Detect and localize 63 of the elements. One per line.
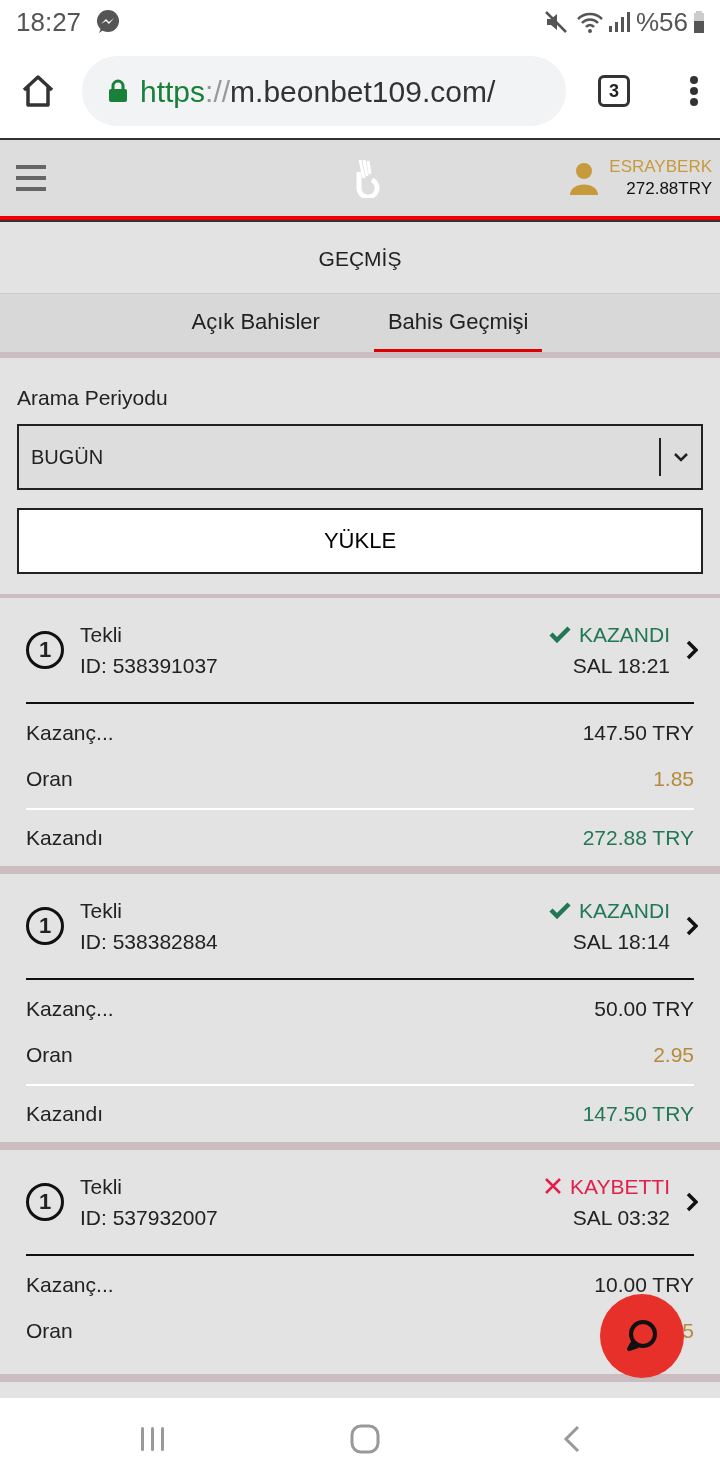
chevron-down-icon	[673, 450, 689, 463]
row-value: 1.85	[653, 765, 694, 792]
row-value: 147.50 TRY	[582, 1100, 694, 1127]
bet-status: KAYBETTI	[570, 1173, 670, 1200]
row-value: 2.95	[653, 1041, 694, 1068]
menu-icon[interactable]	[16, 163, 46, 193]
bet-status: KAZANDI	[579, 897, 670, 924]
bet-type: Tekli	[80, 897, 123, 924]
bet-count: 1	[26, 630, 64, 669]
period-dropdown[interactable]: BUGÜN	[17, 423, 703, 490]
row-value: 50.00 TRY	[594, 995, 694, 1022]
row-label: Oran	[26, 1041, 73, 1068]
home-button-icon[interactable]	[350, 1424, 380, 1454]
bet-count: 1	[26, 1182, 64, 1221]
bet-id: ID: 538391037	[80, 652, 219, 679]
bet-status: KAZANDI	[579, 621, 670, 648]
row-value: 147.50 TRY	[582, 719, 694, 746]
check-icon	[549, 625, 571, 643]
row-label: Kazanç...	[26, 719, 114, 746]
chevron-right-icon[interactable]	[686, 639, 698, 660]
url-text: https://m.beonbet109.com/	[140, 73, 496, 110]
row-label: Kazanç...	[26, 1271, 114, 1298]
check-icon	[549, 901, 571, 919]
account-balance: 272.88TRY	[626, 178, 712, 200]
field-label: Arama Periyodu	[17, 385, 169, 411]
lock-icon	[108, 79, 128, 103]
tab[interactable]: Bahis Geçmişi	[373, 294, 543, 352]
wifi-icon	[575, 10, 604, 34]
row-label: Oran	[26, 765, 73, 792]
messenger-icon	[95, 9, 122, 35]
row-value: 272.88 TRY	[582, 824, 694, 851]
bet-type: Tekli	[80, 1173, 123, 1200]
bet-time: SAL 18:14	[572, 928, 670, 955]
username: ESRAYBERK	[609, 156, 712, 178]
bet-time: SAL 18:21	[572, 652, 670, 679]
bet-type: Tekli	[80, 621, 123, 648]
row-value: 10.00 TRY	[594, 1271, 694, 1298]
bet-id: ID: 537932007	[80, 1204, 219, 1231]
chevron-right-icon[interactable]	[686, 915, 698, 936]
row-value: 5	[682, 1317, 694, 1344]
row-label: Kazandı	[26, 824, 104, 851]
tab-count[interactable]: 3	[598, 75, 630, 107]
cross-icon	[544, 1177, 563, 1195]
tab[interactable]: Açık Bahisler	[177, 294, 334, 352]
mute-icon	[543, 10, 568, 34]
more-icon[interactable]	[688, 75, 700, 107]
home-icon[interactable]	[20, 73, 56, 109]
chevron-right-icon[interactable]	[686, 1191, 698, 1212]
battery-percent: %56	[635, 5, 688, 39]
bet-id: ID: 538382884	[80, 928, 219, 955]
row-label: Oran	[26, 1317, 73, 1344]
signal-icon	[607, 10, 630, 34]
address-bar[interactable]: https://m.beonbet109.com/	[82, 56, 566, 126]
page-title: GEÇMİŞ	[318, 245, 402, 272]
load-button[interactable]: YÜKLE	[17, 507, 703, 574]
bet-time: SAL 03:32	[572, 1204, 670, 1231]
row-label: Kazandı	[26, 1100, 104, 1127]
back-icon[interactable]	[562, 1425, 581, 1453]
chat-icon	[624, 1318, 660, 1354]
battery-icon	[692, 10, 706, 34]
bet-count: 1	[26, 906, 64, 945]
row-label: Kazanç...	[26, 995, 114, 1022]
status-time: 18:27	[16, 5, 82, 39]
